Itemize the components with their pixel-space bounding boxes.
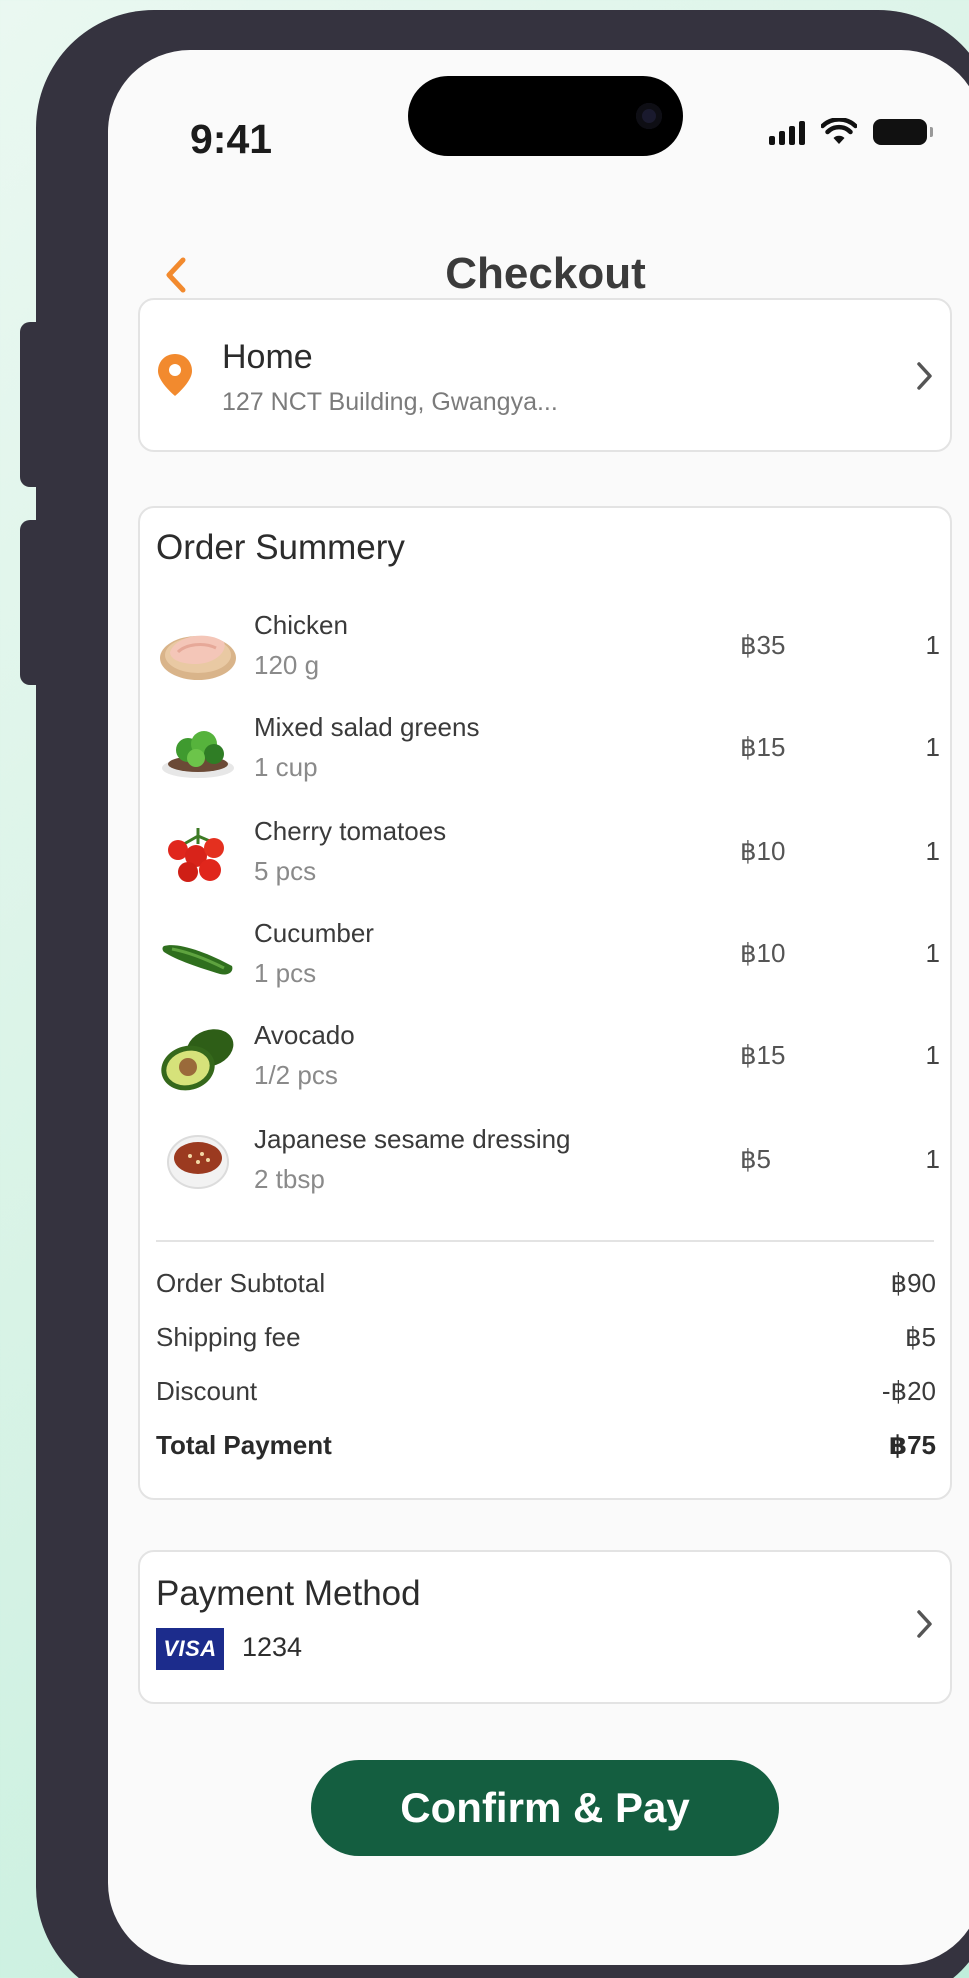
cellular-signal-icon [769,119,805,145]
address-detail: 127 NCT Building, Gwangya... [222,388,558,416]
order-item: Cherry tomatoes 5 pcs ฿10 1 [140,812,954,902]
discount-label: Discount [156,1376,258,1406]
item-quantity: 2 tbsp [254,1164,325,1194]
item-quantity: 1/2 pcs [254,1060,338,1090]
item-count: 1 [925,732,940,762]
status-time: 9:41 [190,116,273,162]
sesame-dressing-icon [167,1135,229,1189]
chevron-right-icon [917,362,932,390]
item-quantity: 1 pcs [254,958,317,988]
location-pin-icon [158,354,192,396]
item-price: ฿15 [740,732,786,762]
item-price: ฿15 [740,1040,786,1070]
item-price: ฿5 [740,1144,772,1174]
chevron-right-icon [917,1610,932,1638]
dynamic-island [408,76,683,156]
item-count: 1 [925,938,940,968]
subtotal-row: Order Subtotal ฿90 [156,1268,936,1302]
item-count: 1 [925,836,940,866]
shipping-row: Shipping fee ฿5 [156,1322,936,1356]
order-item: Avocado 1/2 pcs ฿15 1 [140,1016,954,1106]
delivery-address-card[interactable]: Home 127 NCT Building, Gwangya... [138,298,952,452]
item-price: ฿35 [740,630,786,660]
item-name: Chicken [254,610,348,640]
payment-method-title: Payment Method [156,1574,421,1613]
item-name: Cucumber [254,918,374,948]
order-item: Japanese sesame dressing 2 tbsp ฿5 1 [140,1120,954,1210]
item-name: Mixed salad greens [254,712,480,742]
confirm-pay-button[interactable]: Confirm & Pay [311,1760,779,1856]
page-title: Checkout [445,249,646,298]
item-price: ฿10 [740,938,786,968]
item-count: 1 [925,630,940,660]
summary-divider [156,1240,934,1242]
item-count: 1 [925,1144,940,1174]
cucumber-icon [162,945,233,975]
battery-icon [873,119,933,145]
item-quantity: 5 pcs [254,856,317,886]
total-payment-row: Total Payment ฿75 [156,1430,936,1464]
item-quantity: 1 cup [254,752,318,782]
order-summary-card: Order Summery Chicken 120 g ฿35 1 Mixed … [138,506,952,1500]
front-camera-icon [636,103,662,129]
status-icons [769,118,933,146]
address-label: Home [222,338,313,376]
discount-value: -฿20 [881,1376,936,1406]
chicken-breast-icon [160,635,236,680]
order-summary-title: Order Summery [156,528,405,567]
item-name: Japanese sesame dressing [254,1124,571,1154]
cherry-tomatoes-icon [168,828,224,882]
order-item: Chicken 120 g ฿35 1 [140,606,954,696]
total-label: Total Payment [156,1430,332,1460]
subtotal-label: Order Subtotal [156,1268,326,1298]
visa-card-icon: VISA [156,1628,224,1670]
avocado-icon [161,1029,234,1091]
shipping-label: Shipping fee [156,1322,301,1352]
subtotal-value: ฿90 [890,1268,936,1298]
item-name: Cherry tomatoes [254,816,447,846]
order-item: Cucumber 1 pcs ฿10 1 [140,914,954,1004]
item-name: Avocado [254,1020,355,1050]
item-quantity: 120 g [254,650,320,680]
discount-row: Discount -฿20 [156,1376,936,1410]
phone-frame: 9:41 Checkout Home 127 NCT Building, Gwa… [36,10,969,1978]
card-last-four: 1234 [242,1632,303,1662]
salad-greens-icon [162,731,234,778]
wifi-icon [821,118,857,144]
phone-screen: 9:41 Checkout Home 127 NCT Building, Gwa… [108,50,969,1965]
item-count: 1 [925,1040,940,1070]
order-item: Mixed salad greens 1 cup ฿15 1 [140,708,954,798]
shipping-value: ฿5 [904,1322,936,1352]
item-price: ฿10 [740,836,786,866]
total-value: ฿75 [888,1430,936,1460]
payment-method-card[interactable]: Payment Method VISA 1234 [138,1550,952,1704]
